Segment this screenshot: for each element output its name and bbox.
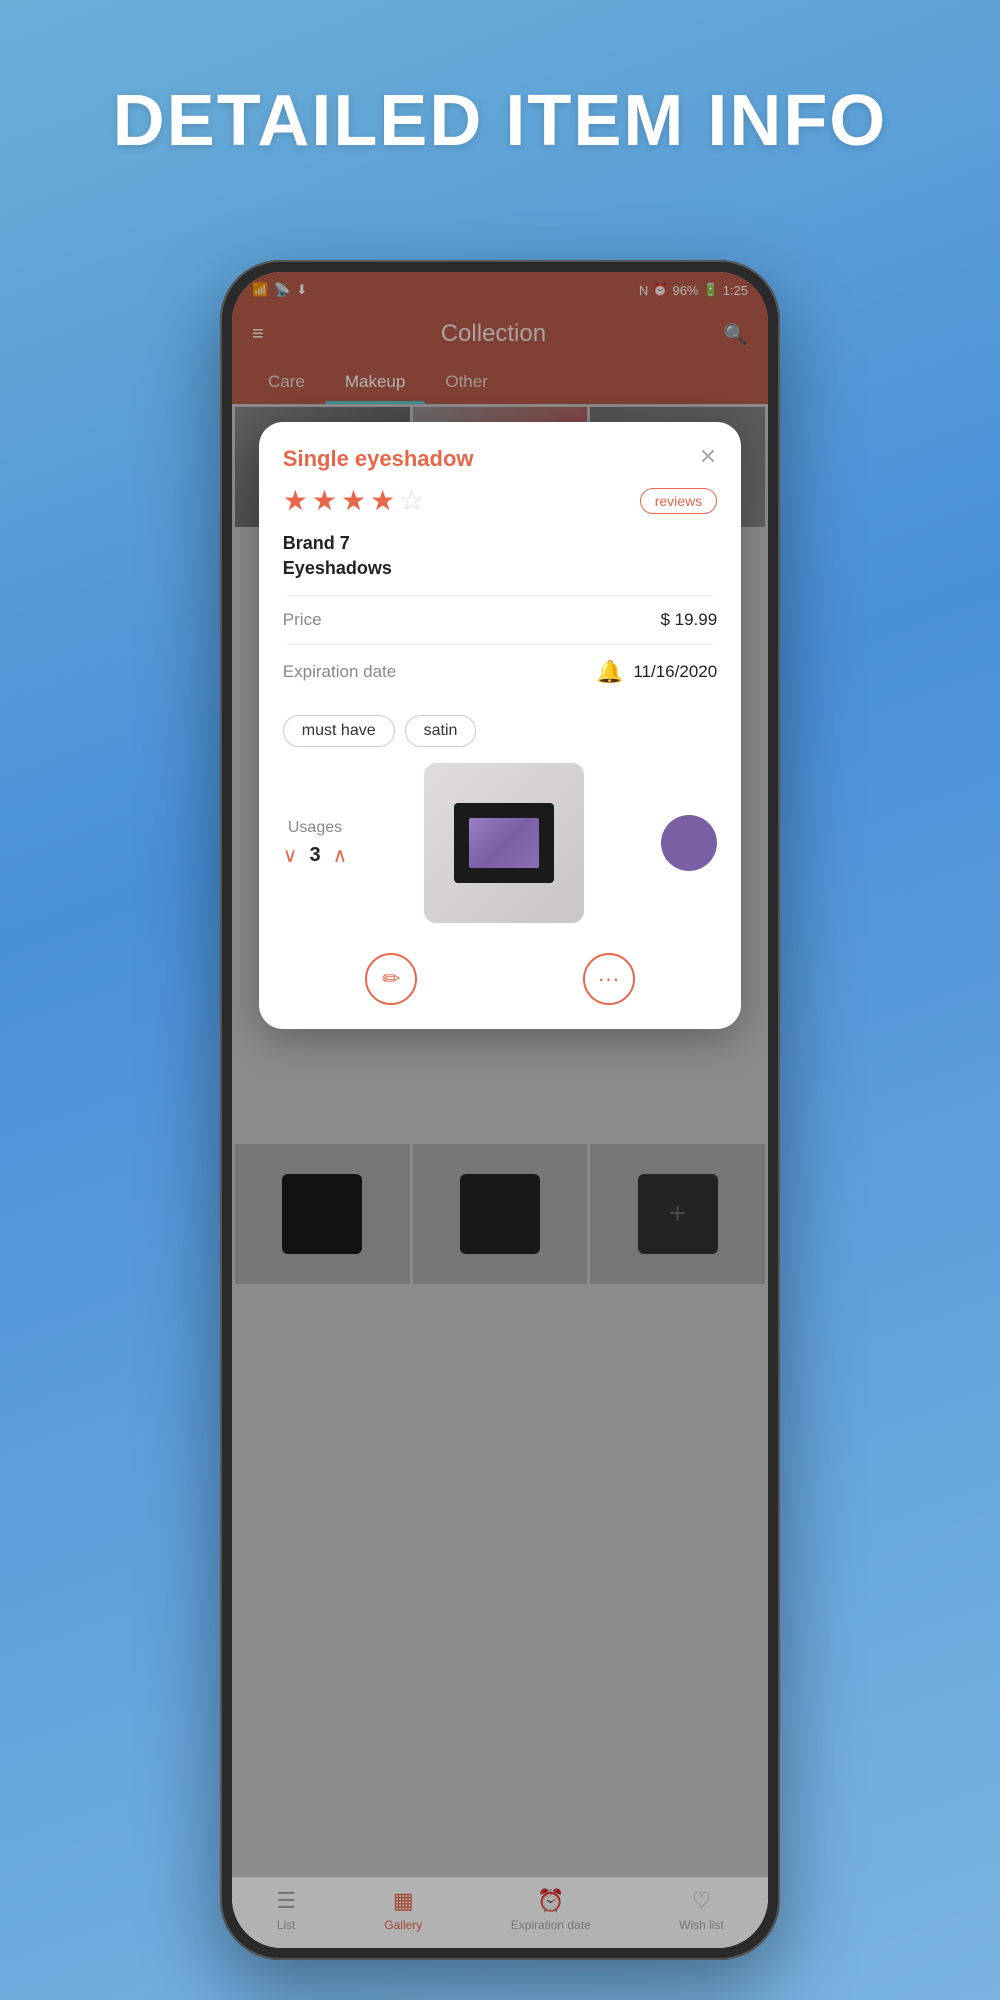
usages-decrease[interactable]: ∨ [283, 843, 298, 868]
edit-icon: ✏ [382, 966, 400, 992]
hero-title: DETAILED ITEM INFO [0, 0, 1000, 162]
expiration-label: Expiration date [283, 662, 396, 682]
tag-satin[interactable]: satin [405, 715, 477, 747]
stars-row: ★ ★ ★ ★ ☆ reviews [283, 484, 717, 517]
star-5[interactable]: ☆ [399, 484, 424, 517]
tags-row: must have satin [283, 715, 717, 747]
usages-label: Usages [288, 819, 342, 837]
more-button[interactable]: ··· [583, 953, 635, 1005]
phone-wrapper: 📶 📡 ⬇ N ⏰ 96% 🔋 1:25 ≡ Collectio [220, 260, 780, 1960]
expiration-value: 11/16/2020 [633, 662, 717, 682]
price-row: Price $ 19.99 [283, 595, 717, 644]
tag-must-have[interactable]: must have [283, 715, 395, 747]
category-name: Eyeshadows [283, 558, 717, 579]
screen-content: 📶 📡 ⬇ N ⏰ 96% 🔋 1:25 ≡ Collectio [232, 272, 768, 1948]
star-2[interactable]: ★ [312, 484, 337, 517]
expiry-right: 🔔 11/16/2020 [596, 659, 717, 685]
item-detail-modal: Single eyeshadow ✕ ★ ★ ★ ★ ☆ reviews [259, 422, 741, 1029]
brand-name: Brand 7 [283, 533, 717, 554]
reviews-badge[interactable]: reviews [640, 488, 717, 514]
price-value: $ 19.99 [660, 610, 717, 630]
star-3[interactable]: ★ [341, 484, 366, 517]
modal-overlay: Single eyeshadow ✕ ★ ★ ★ ★ ☆ reviews [232, 272, 768, 1948]
price-label: Price [283, 610, 322, 630]
phone-screen: 📶 📡 ⬇ N ⏰ 96% 🔋 1:25 ≡ Collectio [232, 272, 768, 1948]
usages-count: 3 [309, 844, 320, 867]
close-icon[interactable]: ✕ [699, 446, 717, 468]
product-image[interactable] [424, 763, 584, 923]
usages-increase[interactable]: ∧ [333, 843, 348, 868]
star-1[interactable]: ★ [283, 484, 308, 517]
modal-actions: ✏ ··· [283, 943, 717, 1005]
product-img-inner [424, 763, 584, 923]
eyeshadow-compact [454, 803, 554, 883]
bell-icon[interactable]: 🔔 [596, 659, 623, 685]
usages-section: Usages ∨ 3 ∧ [283, 819, 347, 868]
usages-controls: ∨ 3 ∧ [283, 843, 347, 868]
eyeshadow-pan [469, 818, 539, 868]
modal-header: Single eyeshadow ✕ [283, 446, 717, 472]
more-icon: ··· [598, 966, 620, 992]
color-swatch[interactable] [661, 815, 717, 871]
phone-frame: 📶 📡 ⬇ N ⏰ 96% 🔋 1:25 ≡ Collectio [220, 260, 780, 1960]
modal-title: Single eyeshadow [283, 446, 474, 472]
expiration-row: Expiration date 🔔 11/16/2020 [283, 644, 717, 699]
star-4[interactable]: ★ [370, 484, 395, 517]
edit-button[interactable]: ✏ [365, 953, 417, 1005]
item-detail-row: Usages ∨ 3 ∧ [283, 763, 717, 923]
